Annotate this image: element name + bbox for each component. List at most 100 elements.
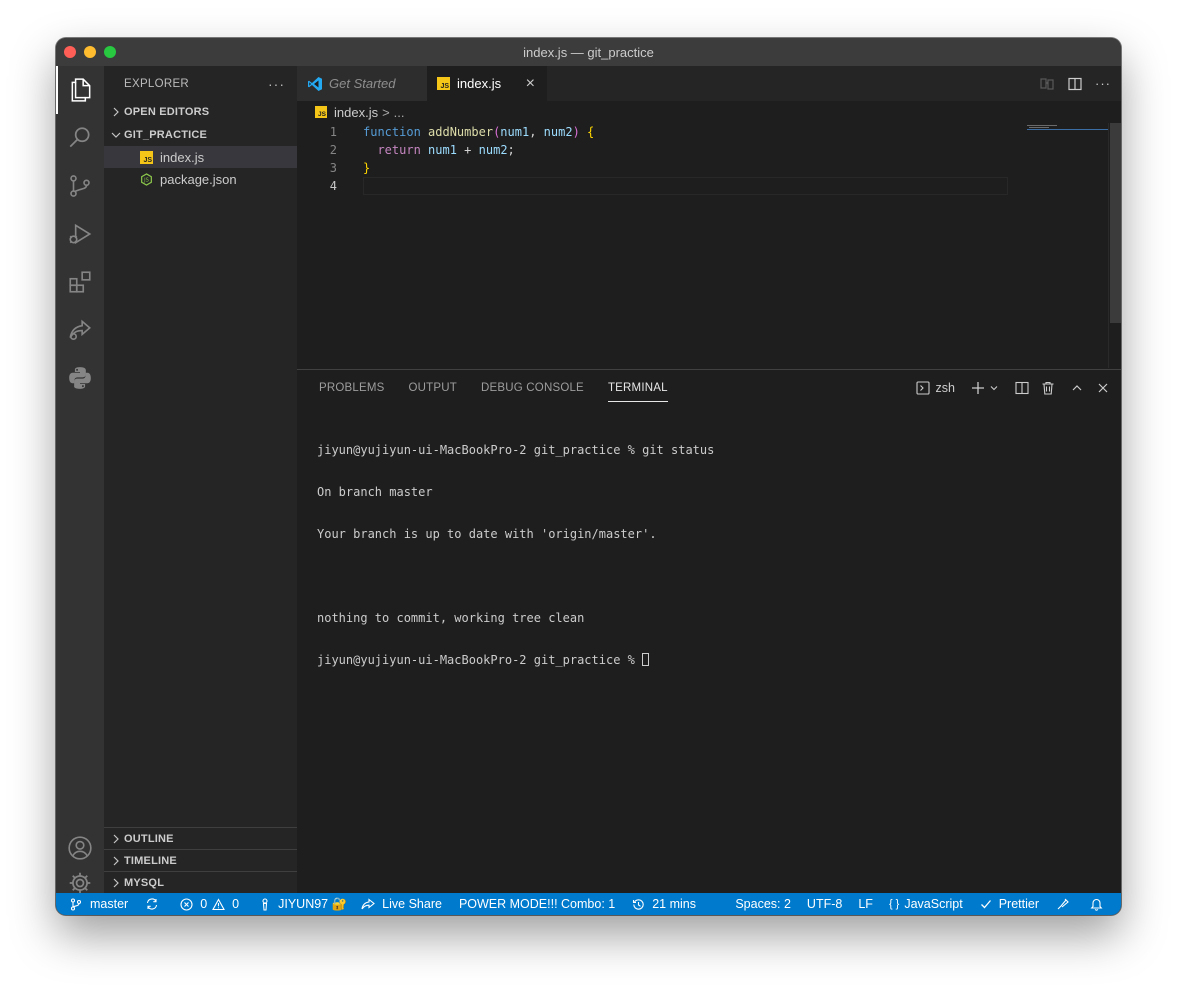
breadcrumb-file[interactable]: index.js bbox=[334, 105, 378, 120]
file-name: index.js bbox=[160, 149, 205, 165]
tab-terminal[interactable]: TERMINAL bbox=[607, 370, 668, 406]
live-share-icon[interactable] bbox=[56, 306, 104, 354]
code-token: + bbox=[456, 143, 479, 157]
more-actions-icon[interactable]: ··· bbox=[268, 76, 285, 92]
mysql-section[interactable]: MYSQL bbox=[104, 871, 297, 893]
error-icon bbox=[180, 897, 197, 911]
notifications-bell-icon[interactable] bbox=[1084, 893, 1121, 915]
terminal-line: On branch master bbox=[317, 485, 433, 499]
activity-bar bbox=[56, 66, 104, 894]
sync-icon[interactable] bbox=[135, 893, 173, 915]
code-token: num1 bbox=[500, 125, 530, 139]
run-debug-icon[interactable] bbox=[56, 210, 104, 258]
editor-scrollbar[interactable] bbox=[1108, 123, 1121, 368]
language-label: JavaScript bbox=[904, 897, 963, 911]
indentation-status[interactable]: Spaces: 2 bbox=[728, 893, 800, 915]
problems-status[interactable]: 0 0 bbox=[173, 893, 246, 915]
code-token: num2 bbox=[478, 143, 508, 157]
open-changes-icon[interactable] bbox=[1039, 76, 1055, 92]
breadcrumb-symbols[interactable]: ... bbox=[394, 105, 405, 120]
breadcrumb: JS index.js > ... bbox=[297, 101, 1121, 123]
minimize-window-button[interactable] bbox=[84, 46, 96, 58]
code-token: function bbox=[363, 125, 421, 139]
explorer-header: EXPLORER ··· bbox=[104, 66, 297, 101]
code-token: { bbox=[587, 125, 595, 139]
extensions-icon[interactable] bbox=[56, 258, 104, 306]
outline-section[interactable]: OUTLINE bbox=[104, 827, 297, 849]
code-line[interactable]: 4 bbox=[297, 177, 1017, 195]
folder-section[interactable]: GIT_PRACTICE bbox=[104, 124, 297, 146]
line-number: 2 bbox=[329, 143, 337, 157]
time-tracker-status[interactable]: 21 mins bbox=[622, 893, 703, 915]
code-editor[interactable]: 1 function addNumber(num1, num2) {2 retur… bbox=[297, 123, 1121, 368]
code-line[interactable]: 2 return num1 + num2; bbox=[297, 141, 1017, 159]
terminal-icon bbox=[915, 381, 930, 395]
terminal-line: jiyun@yujiyun-ui-MacBookPro-2 git_practi… bbox=[317, 443, 715, 457]
breadcrumb-separator: > bbox=[382, 104, 390, 120]
close-panel-icon[interactable] bbox=[1097, 382, 1109, 394]
tab-get-started[interactable]: Get Started bbox=[297, 66, 427, 101]
maximize-panel-icon[interactable] bbox=[1071, 382, 1083, 394]
code-token: ) bbox=[572, 125, 588, 139]
panel-actions: zsh bbox=[915, 370, 1109, 406]
tab-index-js[interactable]: JS index.js × bbox=[427, 66, 547, 101]
terminal-output[interactable]: jiyun@yujiyun-ui-MacBookPro-2 git_practi… bbox=[317, 415, 714, 695]
live-share-label: Live Share bbox=[382, 897, 442, 911]
trash-icon[interactable] bbox=[1041, 381, 1055, 395]
close-window-button[interactable] bbox=[64, 46, 76, 58]
search-icon[interactable] bbox=[56, 114, 104, 162]
code-line[interactable]: 3} bbox=[297, 159, 1017, 177]
explorer-title: EXPLORER bbox=[124, 77, 190, 90]
live-share-icon bbox=[361, 897, 379, 911]
prettier-status[interactable]: Prettier bbox=[970, 893, 1046, 915]
encoding-status[interactable]: UTF-8 bbox=[800, 893, 851, 915]
settings-gear-icon[interactable] bbox=[56, 872, 104, 894]
minimap[interactable] bbox=[1017, 123, 1115, 368]
scrollbar-thumb[interactable] bbox=[1110, 123, 1121, 323]
close-tab-icon[interactable]: × bbox=[526, 75, 535, 93]
code-line[interactable]: 1 function addNumber(num1, num2) { bbox=[297, 123, 1017, 141]
explorer-sidebar: EXPLORER ··· OPEN EDITORS GIT_PRACTICE J… bbox=[104, 66, 297, 893]
split-terminal-icon[interactable] bbox=[1015, 381, 1029, 395]
source-control-icon[interactable] bbox=[56, 162, 104, 210]
python-icon[interactable] bbox=[56, 354, 104, 402]
terminal-prompt: jiyun@yujiyun-ui-MacBookPro-2 git_practi… bbox=[317, 653, 643, 667]
tab-output[interactable]: OUTPUT bbox=[409, 370, 457, 406]
status-bar: master 0 0 JIYUN97 🔐 Live Share POWER MO… bbox=[56, 893, 1121, 915]
timeline-section[interactable]: TIMELINE bbox=[104, 849, 297, 871]
title-bar: index.js — git_practice bbox=[56, 38, 1121, 66]
terminal-cursor bbox=[642, 653, 650, 666]
chevron-down-icon[interactable] bbox=[989, 383, 999, 393]
window-title: index.js — git_practice bbox=[523, 44, 654, 60]
account-icon[interactable] bbox=[56, 824, 104, 872]
tab-label: index.js bbox=[457, 76, 502, 91]
power-mode-status[interactable]: POWER MODE!!! Combo: 1 bbox=[449, 893, 622, 915]
chevron-down-icon bbox=[108, 130, 124, 140]
new-terminal-icon[interactable] bbox=[971, 381, 985, 395]
account-status[interactable]: JIYUN97 🔐 bbox=[246, 893, 354, 915]
editor-actions: ··· bbox=[1039, 66, 1111, 101]
status-bar-right: Spaces: 2 UTF-8 LF { } JavaScript Pretti… bbox=[728, 893, 1121, 915]
file-item-index-js[interactable]: JS index.js bbox=[104, 146, 297, 168]
feedback-icon[interactable] bbox=[1046, 893, 1084, 915]
explorer-icon[interactable] bbox=[56, 66, 104, 114]
file-item-package-json[interactable]: JS package.json bbox=[104, 168, 297, 190]
vscode-icon bbox=[307, 76, 323, 92]
tab-debug-console[interactable]: DEBUG CONSOLE bbox=[481, 370, 584, 406]
svg-text:JS: JS bbox=[143, 177, 149, 183]
eol-status[interactable]: LF bbox=[851, 893, 882, 915]
chevron-right-icon bbox=[108, 834, 124, 844]
person-icon bbox=[260, 897, 274, 911]
open-editors-section[interactable]: OPEN EDITORS bbox=[104, 101, 297, 123]
code-text: function addNumber(num1, num2) { bbox=[363, 125, 594, 139]
terminal-selector[interactable]: zsh bbox=[915, 381, 955, 395]
split-editor-icon[interactable] bbox=[1067, 76, 1083, 92]
language-mode-status[interactable]: { } JavaScript bbox=[882, 893, 970, 915]
live-share-status[interactable]: Live Share bbox=[354, 893, 449, 915]
more-actions-icon[interactable]: ··· bbox=[1095, 76, 1111, 91]
maximize-window-button[interactable] bbox=[104, 46, 116, 58]
window-controls bbox=[64, 46, 116, 58]
branch-status[interactable]: master bbox=[56, 893, 135, 915]
tab-problems[interactable]: PROBLEMS bbox=[319, 370, 385, 406]
